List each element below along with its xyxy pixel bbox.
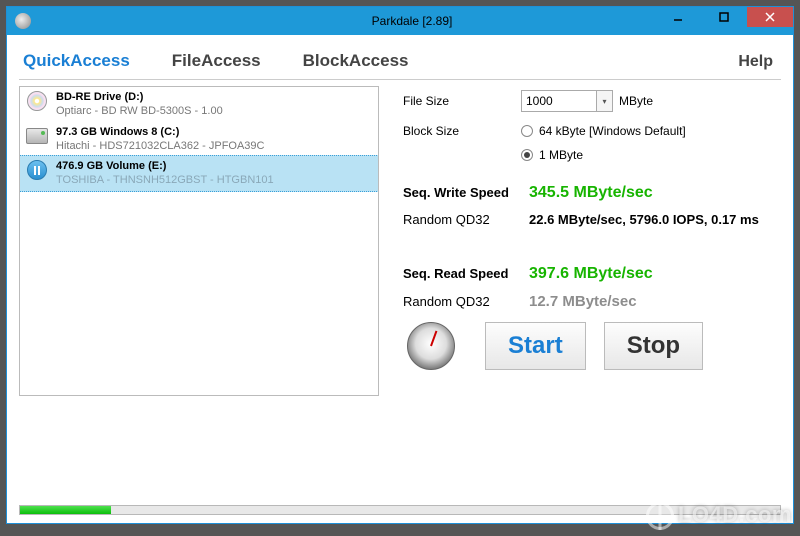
content-area: QuickAccess FileAccess BlockAccess Help … [7,35,793,523]
random-write-label: Random QD32 [403,212,529,227]
drive-title: BD-RE Drive (D:) [56,90,223,104]
pause-icon [26,159,48,181]
random-read-label: Random QD32 [403,294,529,309]
radio-label: 64 kByte [Windows Default] [539,124,686,138]
titlebar: Parkdale [2.89] [7,7,793,35]
drive-title: 476.9 GB Volume (E:) [56,159,274,173]
drive-subtitle: TOSHIBA - THNSNH512GBST - HTGBN101 [56,173,274,187]
drive-item[interactable]: BD-RE Drive (D:) Optiarc - BD RW BD-5300… [20,87,378,122]
tab-fileaccess[interactable]: FileAccess [172,51,261,71]
radio-icon [521,125,533,137]
tab-quickaccess[interactable]: QuickAccess [23,51,130,71]
app-icon [15,13,31,29]
blocksize-option-1m[interactable]: 1 MByte [521,148,686,162]
gauge-icon [407,322,455,370]
stop-button[interactable]: Stop [604,322,703,370]
drive-list[interactable]: BD-RE Drive (D:) Optiarc - BD RW BD-5300… [19,86,379,396]
window-controls [655,7,793,27]
blocksize-label: Block Size [403,124,521,138]
drive-item[interactable]: 97.3 GB Windows 8 (C:) Hitachi - HDS7210… [20,122,378,157]
filesize-input[interactable] [521,90,597,112]
close-button[interactable] [747,7,793,27]
minimize-button[interactable] [655,7,701,27]
settings-panel: File Size ▾ MByte Block Size 64 kByte [W… [395,86,781,493]
radio-label: 1 MByte [539,148,583,162]
random-read-value: 12.7 MByte/sec [529,293,637,310]
drive-subtitle: Optiarc - BD RW BD-5300S - 1.00 [56,104,223,118]
blocksize-option-64k[interactable]: 64 kByte [Windows Default] [521,124,686,138]
start-button[interactable]: Start [485,322,586,370]
seq-read-label: Seq. Read Speed [403,266,529,281]
filesize-label: File Size [403,94,521,108]
seq-write-value: 345.5 MByte/sec [529,184,653,202]
tab-bar: QuickAccess FileAccess BlockAccess Help [19,45,781,80]
radio-checked-icon [521,149,533,161]
random-write-value: 22.6 MByte/sec, 5796.0 IOPS, 0.17 ms [529,212,759,227]
optical-disc-icon [26,90,48,112]
app-window: Parkdale [2.89] QuickAccess FileAccess B… [6,6,794,524]
maximize-button[interactable] [701,7,747,27]
seq-write-label: Seq. Write Speed [403,185,529,200]
drive-title: 97.3 GB Windows 8 (C:) [56,125,264,139]
drive-item-selected[interactable]: 476.9 GB Volume (E:) TOSHIBA - THNSNH512… [19,155,379,192]
tab-blockaccess[interactable]: BlockAccess [303,51,409,71]
drive-subtitle: Hitachi - HDS721032CLA362 - JPFOA39C [56,139,264,153]
seq-read-value: 397.6 MByte/sec [529,265,653,283]
filesize-dropdown-button[interactable]: ▾ [597,90,613,112]
progress-bar [19,505,781,515]
main-panel: BD-RE Drive (D:) Optiarc - BD RW BD-5300… [19,80,781,493]
filesize-unit: MByte [619,94,653,108]
hdd-icon [26,125,48,147]
tab-help[interactable]: Help [738,53,773,71]
progress-fill [20,506,111,514]
